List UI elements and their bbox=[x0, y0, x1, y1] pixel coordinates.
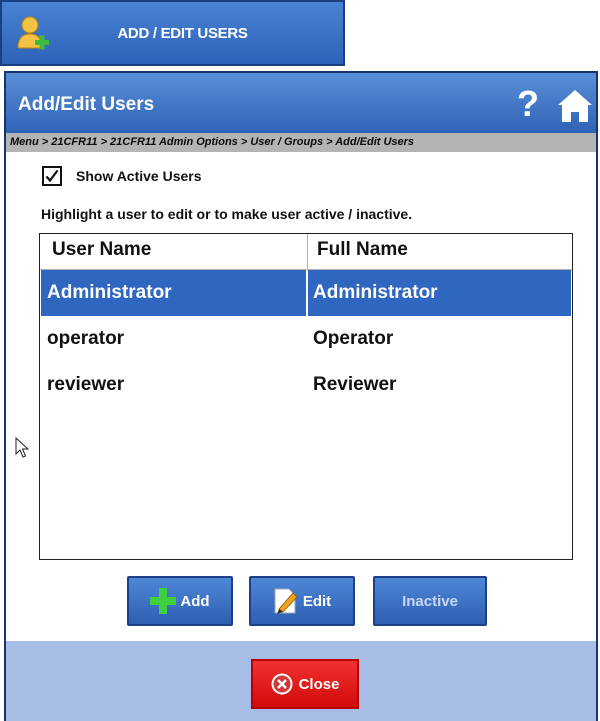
user-name-cell: reviewer bbox=[47, 374, 125, 395]
show-active-users-checkbox[interactable] bbox=[42, 166, 62, 186]
launcher-label: ADD / EDIT USERS bbox=[117, 24, 248, 42]
checkmark-icon bbox=[45, 169, 59, 183]
instruction-text: Highlight a user to edit or to make user… bbox=[41, 206, 413, 222]
close-circle-icon bbox=[271, 673, 293, 695]
table-row[interactable]: operator Operator bbox=[41, 316, 571, 362]
show-active-users-row: Show Active Users bbox=[42, 164, 202, 188]
users-table: User Name Full Name Administrator Admini… bbox=[39, 233, 573, 560]
column-header-full-name[interactable]: Full Name bbox=[317, 239, 408, 261]
title-bar: Add/Edit Users ? bbox=[6, 73, 596, 133]
table-row[interactable]: Administrator Administrator bbox=[41, 270, 571, 316]
close-button[interactable]: Close bbox=[251, 659, 359, 709]
show-active-users-label: Show Active Users bbox=[76, 168, 202, 184]
user-name-cell: Administrator bbox=[47, 282, 172, 303]
dialog-title: Add/Edit Users bbox=[18, 94, 155, 115]
full-name-cell: Operator bbox=[313, 328, 394, 349]
row-divider bbox=[306, 270, 308, 316]
add-button[interactable]: Add bbox=[127, 576, 233, 626]
mouse-cursor-icon bbox=[15, 437, 29, 458]
column-header-user-name[interactable]: User Name bbox=[52, 239, 151, 261]
add-edit-users-launcher-button[interactable]: ADD / EDIT USERS bbox=[0, 0, 345, 66]
add-button-label: Add bbox=[180, 592, 210, 610]
edit-button[interactable]: Edit bbox=[249, 576, 355, 626]
inactive-button[interactable]: Inactive bbox=[373, 576, 487, 626]
breadcrumb: Menu > 21CFR11 > 21CFR11 Admin Options >… bbox=[6, 133, 596, 152]
close-button-label: Close bbox=[298, 675, 340, 693]
header-divider bbox=[307, 234, 308, 269]
user-name-cell: operator bbox=[47, 328, 125, 349]
full-name-cell: Reviewer bbox=[313, 374, 397, 395]
question-mark-icon[interactable]: ? bbox=[511, 83, 545, 123]
table-header: User Name Full Name bbox=[40, 234, 572, 270]
add-edit-users-dialog: Add/Edit Users ? Menu > 21CFR11 > 21CFR1… bbox=[4, 71, 598, 721]
plus-icon bbox=[150, 588, 177, 614]
svg-text:?: ? bbox=[517, 83, 539, 123]
inactive-button-label: Inactive bbox=[402, 592, 458, 610]
full-name-cell: Administrator bbox=[313, 282, 438, 303]
edit-button-label: Edit bbox=[302, 592, 332, 610]
home-icon[interactable] bbox=[556, 87, 594, 125]
edit-pencil-icon bbox=[274, 588, 298, 614]
table-row[interactable]: reviewer Reviewer bbox=[41, 362, 571, 408]
